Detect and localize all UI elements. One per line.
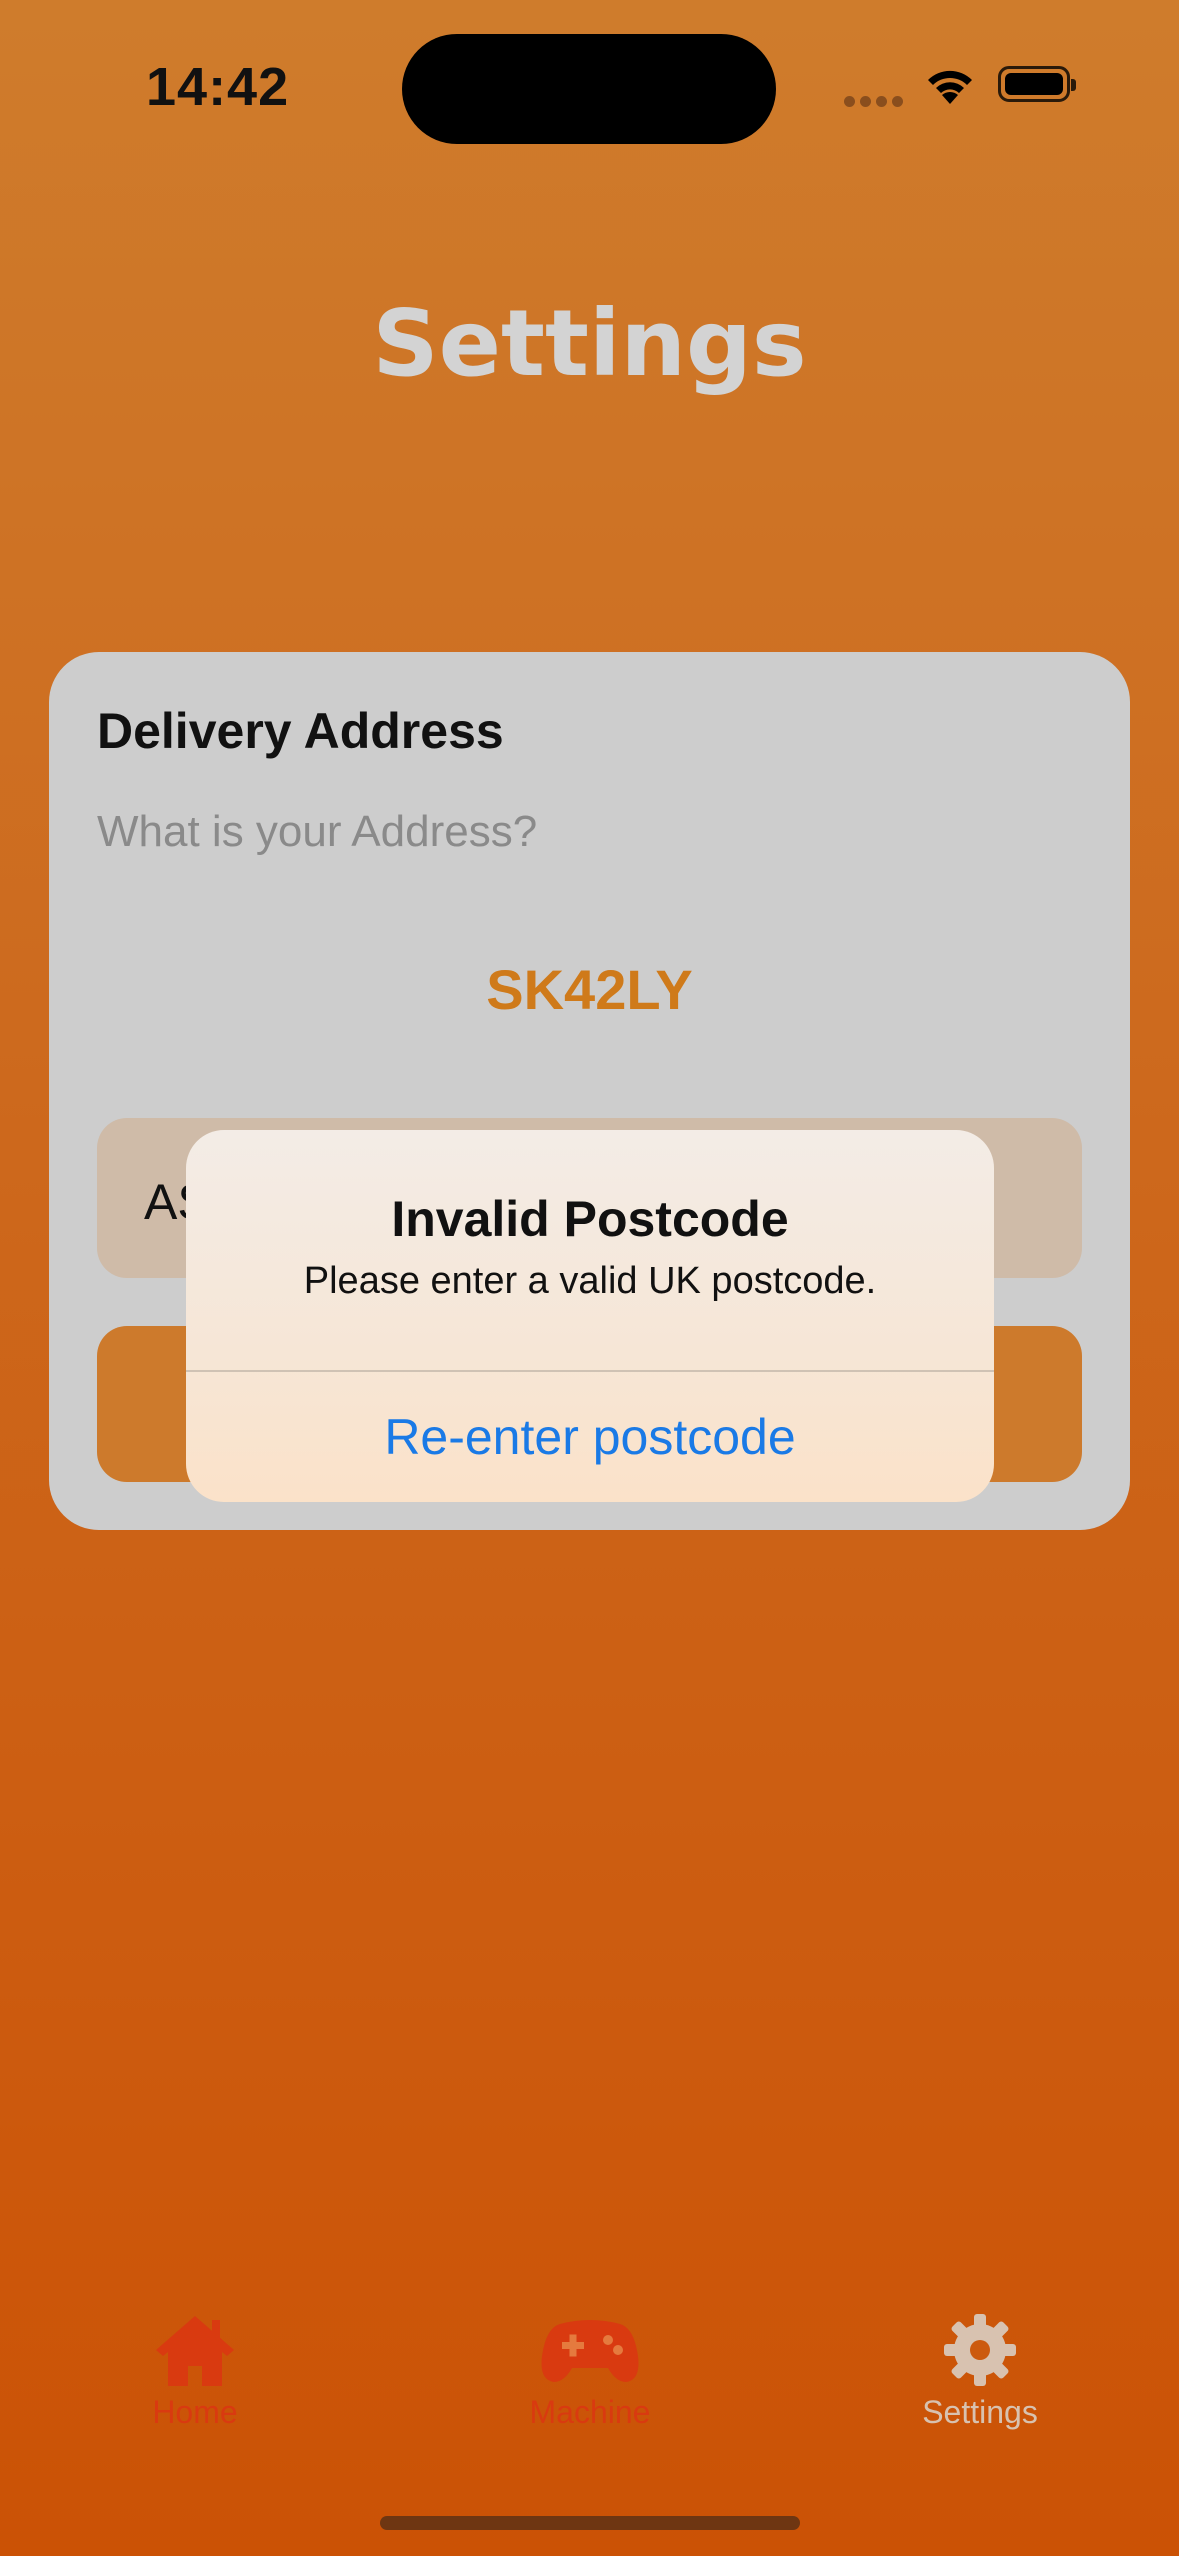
re-enter-postcode-button[interactable]: Re-enter postcode [186,1372,994,1502]
tab-bar: Home Machine Settings [0,2310,1179,2470]
tab-machine-label: Machine [529,2394,651,2430]
address-question: What is your Address? [97,807,538,856]
battery-icon [998,66,1076,102]
wifi-icon [928,70,972,104]
alert-title: Invalid Postcode [391,1191,789,1247]
gamecontroller-icon [541,2320,639,2382]
house-icon [156,2316,234,2386]
tab-settings-label: Settings [922,2394,1038,2430]
cellular-signal-icon [844,94,908,112]
tab-home[interactable]: Home [45,2310,345,2431]
alert-message: Please enter a valid UK postcode. [303,1260,877,1302]
postcode-value: SK42LY [486,958,693,1021]
dynamic-island [402,34,776,144]
page-title: Settings [372,290,807,397]
status-time: 14:42 [146,57,290,117]
gear-icon [944,2314,1016,2386]
card-heading: Delivery Address [97,703,504,759]
tab-home-label: Home [152,2394,238,2430]
tab-machine[interactable]: Machine [440,2310,740,2431]
invalid-postcode-alert: Invalid Postcode Please enter a valid UK… [186,1130,994,1502]
tab-settings[interactable]: Settings [830,2310,1130,2431]
home-indicator [380,2516,800,2530]
